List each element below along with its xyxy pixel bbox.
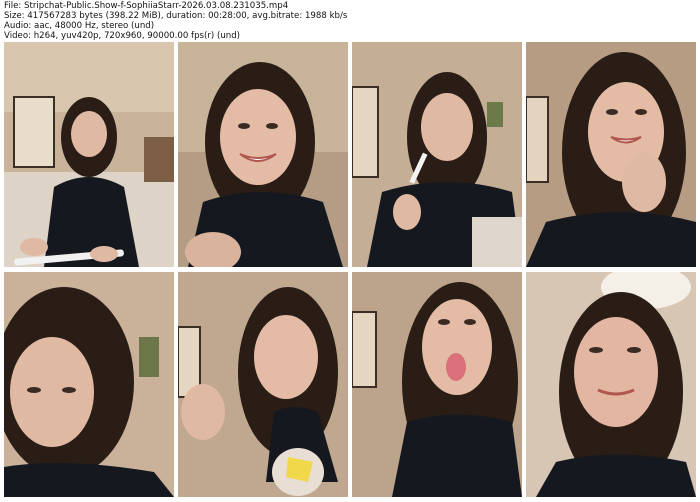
video-thumbnail-5[interactable] bbox=[4, 272, 174, 497]
file-info-header: File: Stripchat-Public.Show-f-SophiiaSta… bbox=[4, 1, 696, 41]
thumbnail-image-2 bbox=[178, 42, 348, 267]
file-size-line: Size: 417567283 bytes (398.22 MiB), dura… bbox=[4, 11, 348, 21]
file-name-line: File: Stripchat-Public.Show-f-SophiiaSta… bbox=[4, 1, 289, 11]
video-thumbnail-3[interactable] bbox=[352, 42, 522, 267]
video-thumbnail-7[interactable] bbox=[352, 272, 522, 497]
video-thumbnail-1[interactable] bbox=[4, 42, 174, 267]
video-thumbnail-4[interactable] bbox=[526, 42, 696, 267]
thumbnail-grid bbox=[4, 42, 696, 498]
thumbnail-image-7 bbox=[352, 272, 522, 497]
thumbnail-image-8 bbox=[526, 272, 696, 497]
video-info-line: Video: h264, yuv420p, 720x960, 90000.00 … bbox=[4, 31, 241, 41]
video-thumbnail-6[interactable] bbox=[178, 272, 348, 497]
thumbnail-image-6 bbox=[178, 272, 348, 497]
thumbnail-image-3 bbox=[352, 42, 522, 267]
video-thumbnail-2[interactable] bbox=[178, 42, 348, 267]
thumbnail-image-5 bbox=[4, 272, 174, 497]
thumbnail-image-4 bbox=[526, 42, 696, 267]
audio-info-line: Audio: aac, 48000 Hz, stereo (und) bbox=[4, 21, 155, 31]
video-thumbnail-8[interactable] bbox=[526, 272, 696, 497]
thumbnail-image-1 bbox=[4, 42, 174, 267]
